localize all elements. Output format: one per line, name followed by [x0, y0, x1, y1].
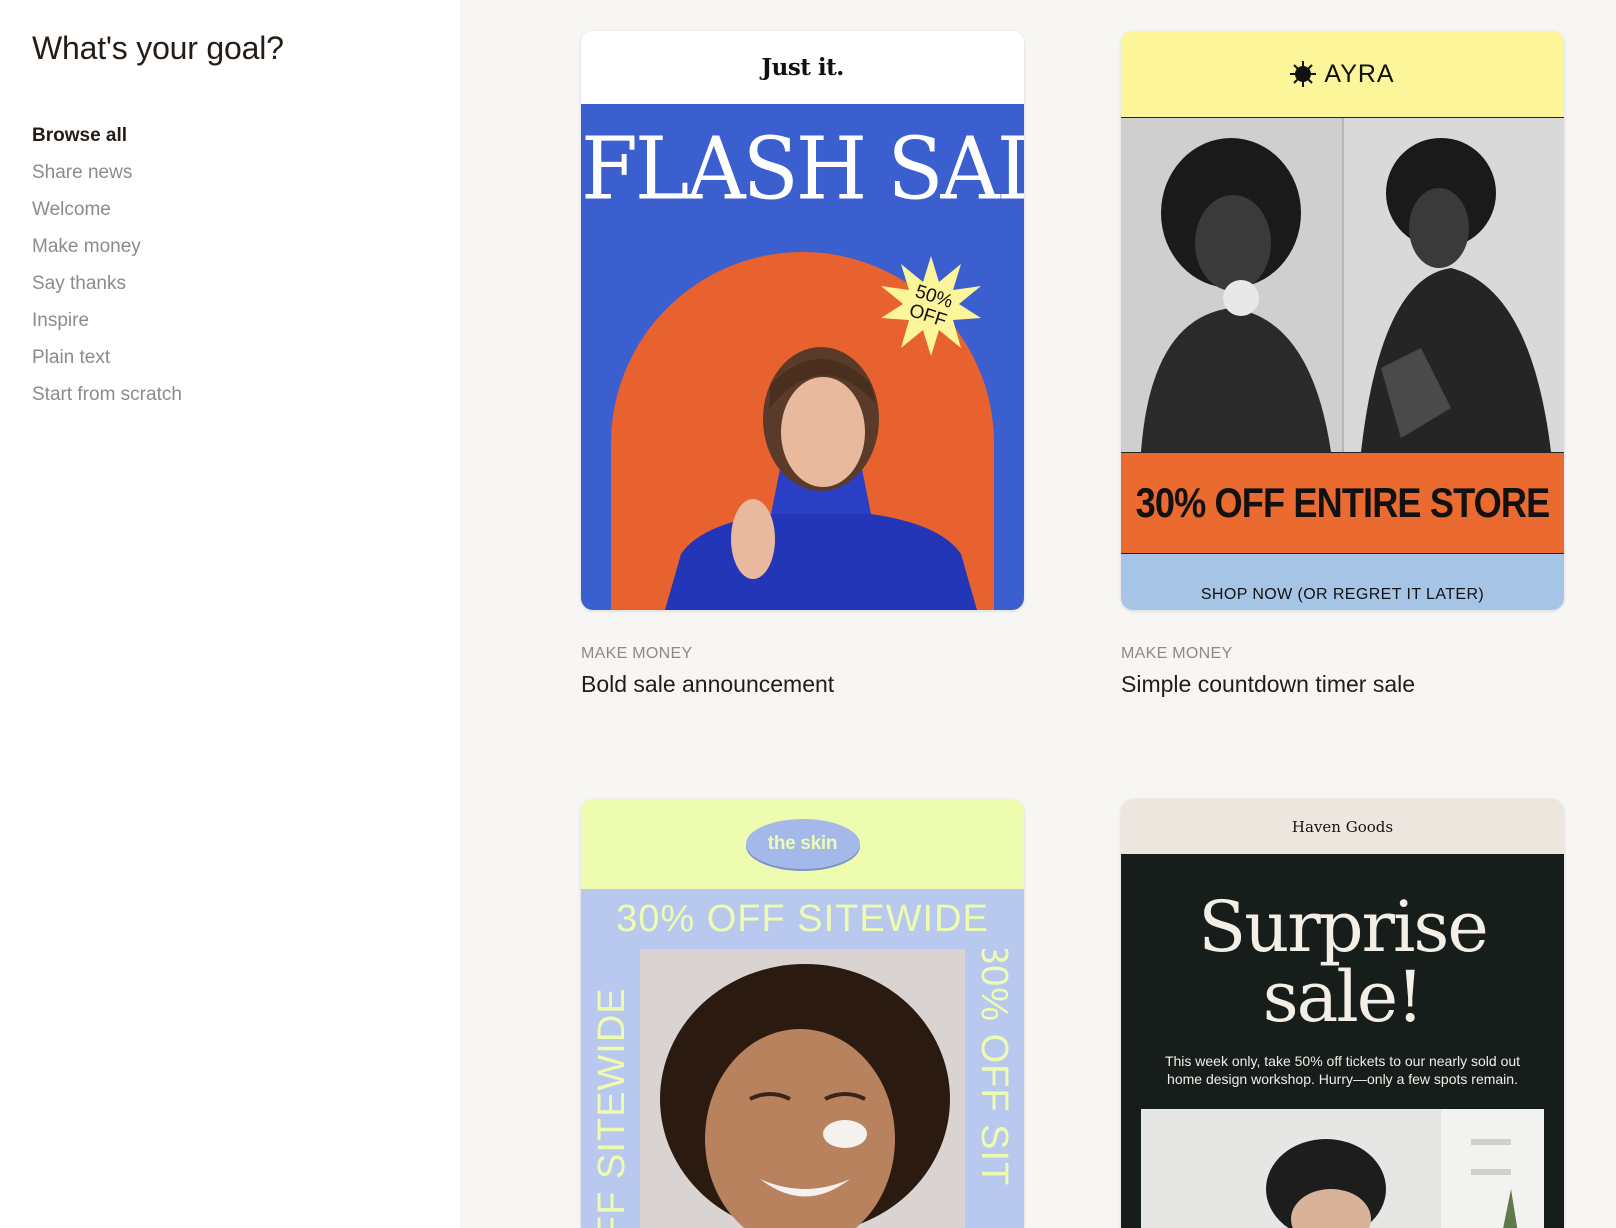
goal-filter-list: Browse all Share news Welcome Make money… [32, 124, 182, 420]
side-text-left-label: FF SITEWIDE [591, 987, 633, 1228]
preview-brand: Haven Goods [1291, 817, 1394, 836]
preview-headline-line1: Surprise [1198, 886, 1489, 968]
side-text-left: FF SITEWIDE [581, 949, 640, 1228]
preview-brand: the skin [767, 833, 838, 854]
goal-filter-browse-all[interactable]: Browse all [32, 124, 182, 161]
template-card[interactable]: Haven Goods Surprise sale! This week onl… [1121, 799, 1564, 1228]
template-card[interactable]: Just it. FLASH SALE 50% OFF MAKE MONEY B… [581, 31, 1024, 697]
preview-body: FLASH SALE 50% OFF [581, 104, 1024, 610]
workshop-photo [1141, 1109, 1544, 1228]
goal-filter-welcome[interactable]: Welcome [32, 198, 182, 235]
template-title[interactable]: Simple countdown timer sale [1121, 671, 1415, 698]
template-preview[interactable]: Just it. FLASH SALE 50% OFF [581, 31, 1024, 610]
page-title: What's your goal? [32, 30, 284, 66]
preview-body: Surprise sale! This week only, take 50% … [1121, 854, 1564, 1228]
template-category: MAKE MONEY [1121, 645, 1233, 662]
side-text-right-label: 30% OFF SIT [973, 949, 1015, 1187]
template-preview[interactable]: Haven Goods Surprise sale! This week onl… [1121, 799, 1564, 1228]
preview-header: AYRA [1121, 31, 1564, 118]
template-category: MAKE MONEY [581, 645, 693, 662]
preview-headline: 30% OFF ENTIRE STORE [1135, 479, 1551, 526]
template-card[interactable]: the skin 30% OFF SITEWIDE FF SITEWIDE 30… [581, 799, 1024, 1228]
preview-cta-band: SHOP NOW (OR REGRET IT LATER) [1121, 554, 1564, 610]
models-photo [1121, 118, 1564, 452]
goal-filter-say-thanks[interactable]: Say thanks [32, 272, 182, 309]
preview-headline: 30% OFF SITEWIDE [616, 897, 989, 940]
preview-brand: Just it. [761, 54, 844, 81]
goal-filter-plain-text[interactable]: Plain text [32, 346, 182, 383]
preview-header: Haven Goods [1121, 799, 1564, 854]
discount-badge: 50% OFF [881, 256, 981, 356]
preview-header: Just it. [581, 31, 1024, 104]
goal-filter-make-money[interactable]: Make money [32, 235, 182, 272]
goal-filter-share-news[interactable]: Share news [32, 161, 182, 198]
template-card[interactable]: AYRA 30% OFF ENTIRE STORE SHOP NOW (OR R… [1121, 31, 1564, 697]
preview-body-copy: This week only, take 50% off tickets to … [1164, 1053, 1521, 1087]
preview-headline-band: 30% OFF ENTIRE STORE [1121, 452, 1564, 554]
preview-headline: Surprise sale! [1121, 892, 1564, 1032]
goal-sidebar: What's your goal? Browse all Share news … [0, 0, 460, 1228]
side-text-right: 30% OFF SIT [965, 949, 1024, 1228]
preview-header: the skin [581, 799, 1024, 889]
preview-headline-band: 30% OFF SITEWIDE [581, 889, 1024, 949]
goal-filter-inspire[interactable]: Inspire [32, 309, 182, 346]
model-photo [640, 949, 965, 1228]
preview-headline-line2: sale! [1262, 956, 1425, 1038]
preview-body: FF SITEWIDE 30% OFF SIT [581, 949, 1024, 1228]
goal-filter-start-from-scratch[interactable]: Start from scratch [32, 383, 182, 420]
preview-headline: FLASH SALE [581, 119, 1024, 220]
preview-cta: SHOP NOW (OR REGRET IT LATER) [1200, 586, 1485, 603]
model-photo [665, 347, 977, 610]
template-preview[interactable]: the skin 30% OFF SITEWIDE FF SITEWIDE 30… [581, 799, 1024, 1228]
brand-pill: the skin [745, 819, 860, 869]
template-title[interactable]: Bold sale announcement [581, 671, 834, 698]
template-preview[interactable]: AYRA 30% OFF ENTIRE STORE SHOP NOW (OR R… [1121, 31, 1564, 610]
preview-brand: AYRA [1324, 59, 1395, 88]
sunburst-logo-icon [1290, 61, 1317, 87]
